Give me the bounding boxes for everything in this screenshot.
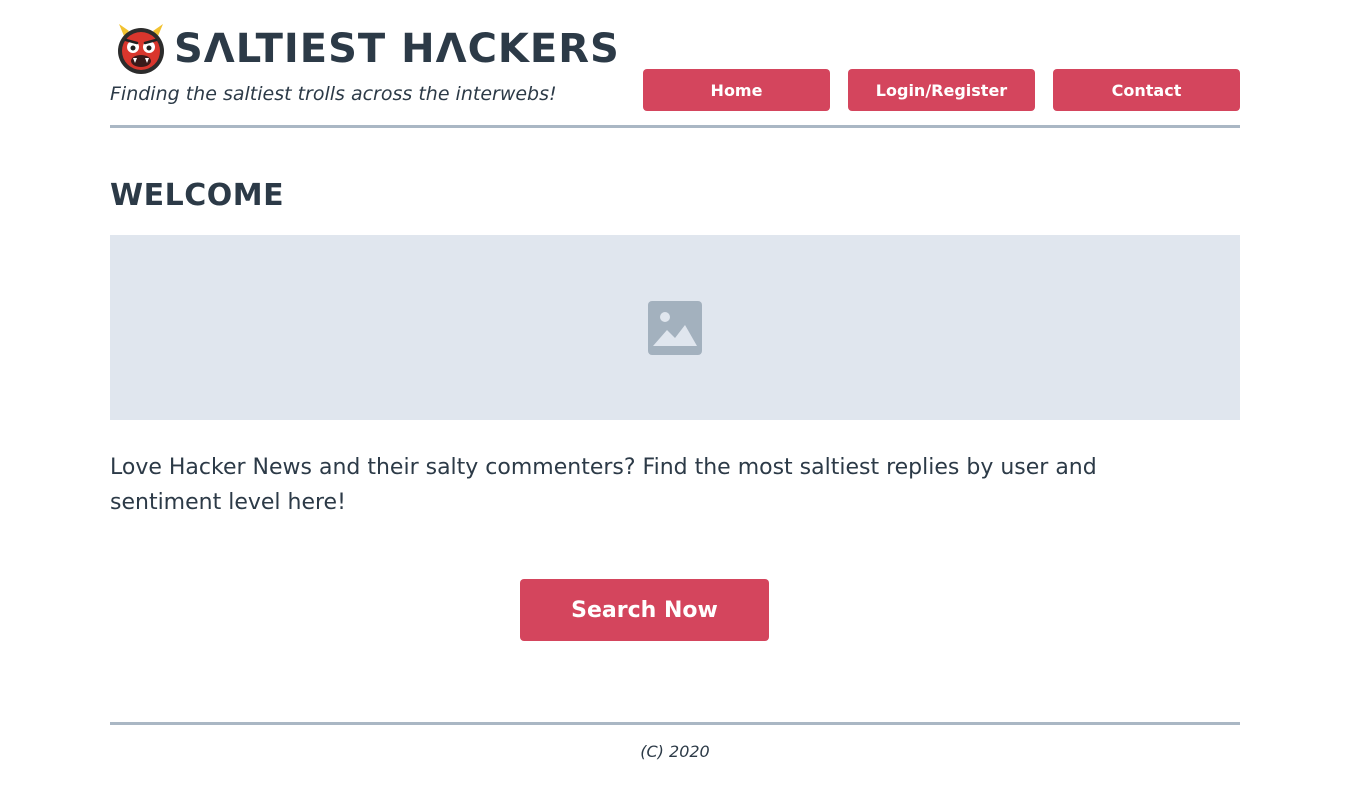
footer-divider (110, 722, 1240, 725)
page-container: SΛLTIEST HΛCKERS Finding the saltiest tr… (110, 0, 1240, 810)
main-nav: Home Login/Register Contact (643, 69, 1240, 111)
intro-text: Love Hacker News and their salty comment… (110, 455, 1097, 515)
site-tagline: Finding the saltiest trolls across the i… (110, 83, 557, 105)
nav-contact-button[interactable]: Contact (1053, 69, 1240, 111)
image-placeholder-icon (648, 300, 702, 355)
copyright-text: (C) 2020 (640, 742, 710, 761)
nav-home-button[interactable]: Home (643, 69, 830, 111)
nav-login-register-button[interactable]: Login/Register (848, 69, 1035, 111)
hero-image-placeholder (110, 235, 1240, 420)
welcome-heading: WELCOME (110, 178, 285, 213)
logo[interactable]: SΛLTIEST HΛCKERS (114, 22, 620, 76)
site-header: SΛLTIEST HΛCKERS Finding the saltiest tr… (110, 0, 1240, 128)
search-now-button[interactable]: Search Now (520, 579, 769, 641)
site-title: SΛLTIEST HΛCKERS (174, 26, 620, 72)
oni-mask-icon (118, 24, 164, 74)
